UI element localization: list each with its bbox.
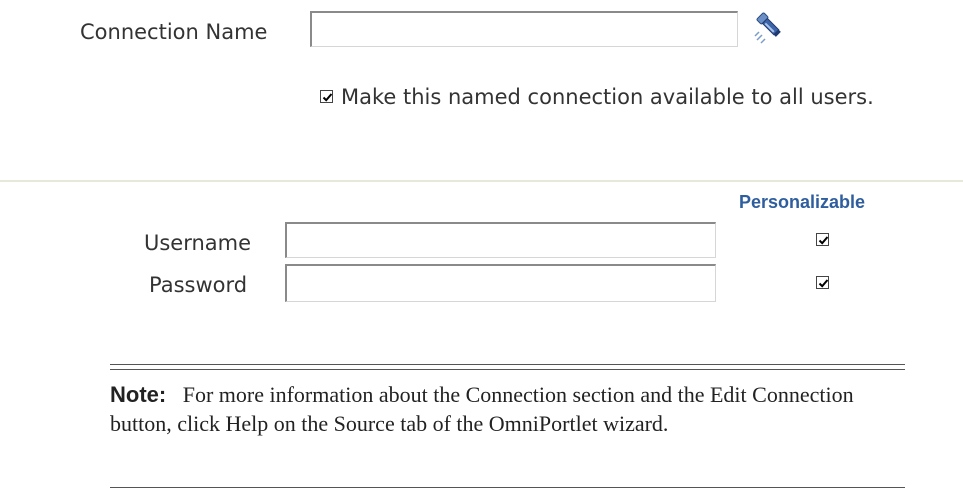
note-text-block: Note: For more information about the Con… — [110, 380, 905, 438]
connection-name-label: Connection Name — [80, 20, 268, 44]
username-input[interactable] — [285, 222, 716, 258]
password-personalizable-checkbox[interactable] — [816, 276, 829, 289]
password-input[interactable] — [285, 264, 716, 302]
note-label: Note: — [110, 382, 167, 407]
personalizable-header: Personalizable — [739, 192, 866, 212]
note-top-rule-2 — [110, 369, 905, 370]
note-top-rule — [110, 364, 905, 365]
flashlight-icon[interactable] — [752, 7, 792, 49]
password-label: Password — [149, 273, 248, 297]
share-connection-label: Make this named connection available to … — [341, 85, 874, 109]
username-personalizable-checkbox[interactable] — [816, 233, 829, 246]
note-body: For more information about the Connectio… — [110, 382, 854, 436]
section-divider — [0, 180, 963, 182]
note-bottom-rule — [110, 487, 905, 488]
share-connection-checkbox[interactable] — [320, 90, 333, 103]
username-label: Username — [144, 231, 252, 255]
connection-name-input[interactable] — [310, 11, 738, 47]
